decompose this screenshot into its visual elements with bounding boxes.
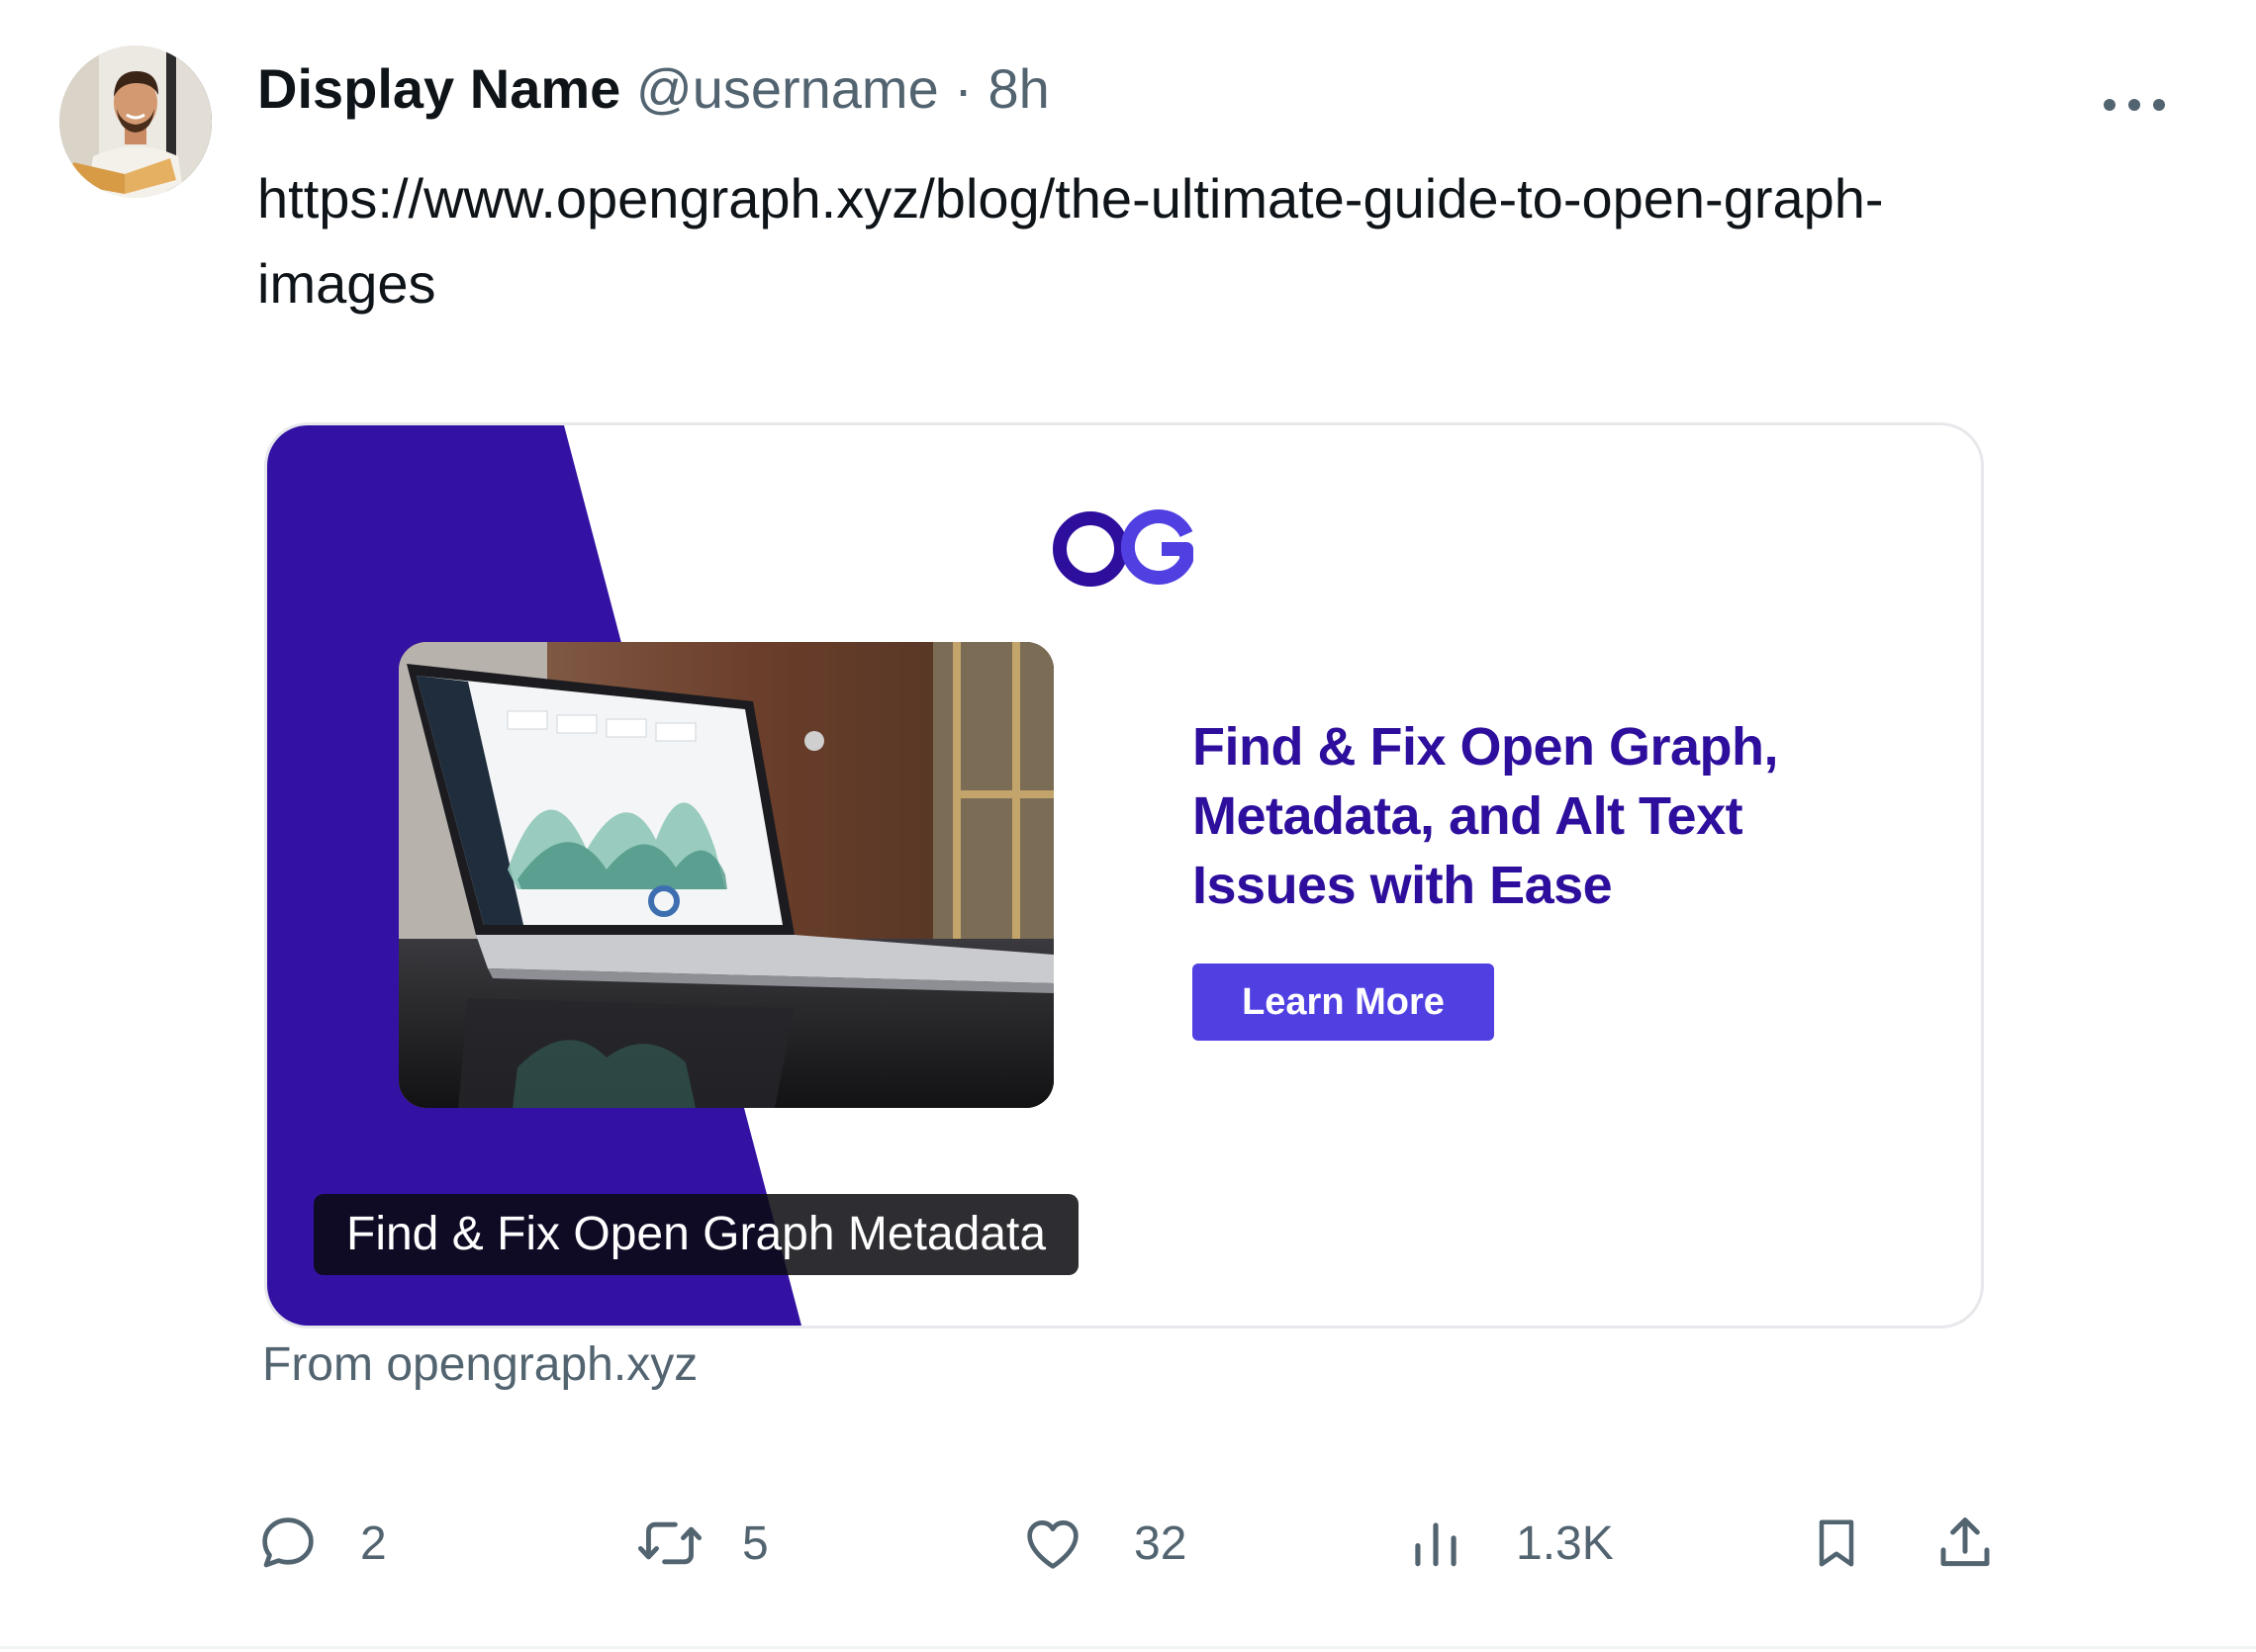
og-logo-icon xyxy=(1053,509,1193,587)
repost-button[interactable]: 5 xyxy=(635,1504,769,1583)
reply-button[interactable]: 2 xyxy=(255,1504,387,1583)
share-button[interactable] xyxy=(1932,1504,1998,1583)
link-source[interactable]: From opengraph.xyz xyxy=(262,1335,698,1395)
username-handle[interactable]: @username xyxy=(636,57,939,120)
post-time[interactable]: 8h xyxy=(988,57,1050,120)
bookmark-button[interactable] xyxy=(1807,1504,1866,1583)
learn-more-button[interactable]: Learn More xyxy=(1192,964,1494,1041)
views-icon xyxy=(1415,1522,1457,1567)
reply-icon xyxy=(262,1517,314,1568)
repost-count: 5 xyxy=(742,1516,769,1570)
like-icon xyxy=(1027,1520,1079,1569)
card-headline: Find & Fix Open Graph, Metadata, and Alt… xyxy=(1192,717,1779,915)
like-count: 32 xyxy=(1134,1516,1187,1570)
avatar-photo xyxy=(59,46,212,198)
views-count: 1.3K xyxy=(1516,1516,1614,1570)
separator-dot: · xyxy=(954,57,973,120)
views-button[interactable]: 1.3K xyxy=(1405,1504,1614,1583)
alt-text-badge[interactable]: Find & Fix Open Graph Metadata xyxy=(314,1194,1080,1275)
action-bar: 2 5 32 1.3K xyxy=(0,1504,2256,1583)
like-button[interactable]: 32 xyxy=(1019,1504,1186,1583)
reply-count: 2 xyxy=(360,1516,387,1570)
post-text[interactable]: https://www.opengraph.xyz/blog/the-ultim… xyxy=(257,156,1939,326)
share-icon xyxy=(1940,1517,1990,1567)
post-header: Display Name @username · 8h xyxy=(257,57,1050,121)
bookmark-icon xyxy=(1819,1519,1854,1567)
avatar[interactable] xyxy=(59,46,212,198)
link-preview-card[interactable]: Find & Fix Open Graph, Metadata, and Alt… xyxy=(264,422,1984,1329)
more-icon[interactable] xyxy=(2104,95,2165,115)
post: Display Name @username · 8h https://www.… xyxy=(0,0,2256,1652)
repost-icon xyxy=(637,1521,703,1565)
display-name[interactable]: Display Name xyxy=(257,57,620,120)
divider xyxy=(0,1646,2256,1649)
laptop-image xyxy=(399,642,1054,1108)
